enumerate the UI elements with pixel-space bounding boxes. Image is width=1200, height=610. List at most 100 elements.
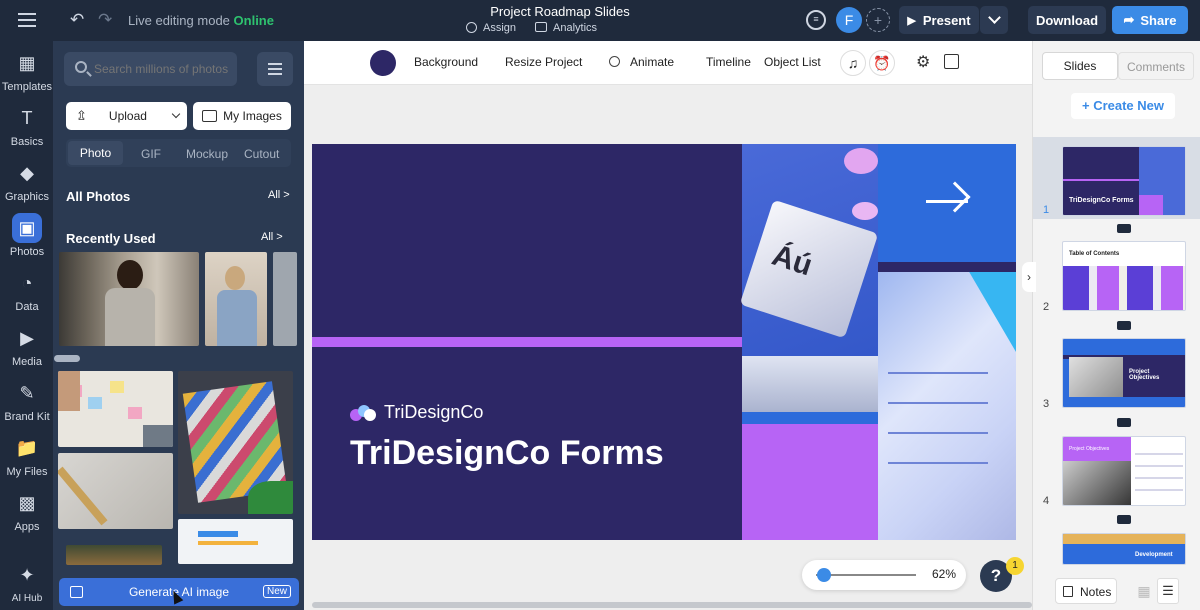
photo-color-swatches[interactable] (178, 371, 293, 514)
zoom-value[interactable]: 62% (932, 567, 956, 581)
slide-transition-icon[interactable] (1117, 224, 1131, 233)
search-input[interactable] (94, 52, 234, 86)
timeline-button[interactable]: Timeline (706, 55, 751, 69)
rail-item-brand-kit[interactable]: ✎ Brand Kit (0, 378, 54, 423)
analytics-button[interactable]: Analytics (535, 22, 597, 34)
live-mode-indicator: Live editing mode Online (128, 13, 274, 28)
resize-project-button[interactable]: Resize Project (505, 55, 582, 69)
add-collaborator-icon[interactable]: + (866, 8, 890, 32)
music-icon[interactable]: ♫ (840, 50, 866, 76)
ai-image-icon (70, 586, 83, 598)
list-view-icon[interactable]: ☰ (1157, 578, 1179, 604)
ai-search-icon[interactable] (944, 54, 959, 69)
slide-transition-icon[interactable] (1117, 515, 1131, 524)
background-color-swatch[interactable] (370, 50, 396, 76)
photo-sticky-notes[interactable] (58, 371, 173, 447)
object-list-button[interactable]: Object List (764, 55, 821, 69)
menu-icon[interactable] (18, 13, 36, 27)
notes-button[interactable]: Notes (1055, 578, 1117, 604)
slide-thumbnail-title: Table of Contents (1069, 251, 1120, 257)
share-button[interactable]: ➦ Share (1112, 6, 1188, 34)
rail-item-basics[interactable]: T Basics (0, 103, 54, 148)
rail-item-data[interactable]: ◔ Data (0, 268, 54, 313)
canvas-scrollbar[interactable] (312, 602, 1032, 608)
slide-thumbnail-3[interactable]: Project Objectives (1062, 338, 1186, 408)
slide-transition-icon[interactable] (1117, 321, 1131, 330)
assign-button[interactable]: Assign (466, 22, 516, 34)
chat-icon[interactable]: ≡ (806, 10, 826, 30)
basics-icon: T (21, 108, 33, 128)
search-box[interactable] (64, 52, 237, 86)
timer-icon[interactable]: ⏰ (869, 50, 895, 76)
animate-button[interactable]: Animate (609, 55, 674, 69)
apps-icon: ▩ (18, 493, 36, 513)
present-dropdown-button[interactable] (980, 6, 1008, 34)
rail-item-media[interactable]: ▶ Media (0, 323, 54, 368)
editor-toolbar: Background Resize Project Animate Timeli… (304, 41, 1032, 85)
slide-thumbnail-5[interactable]: Development (1062, 533, 1186, 565)
data-icon: ◔ (21, 273, 33, 293)
slide-purple-block[interactable] (742, 424, 878, 540)
image-icon (202, 110, 218, 122)
animate-label: Animate (630, 55, 675, 69)
create-new-button[interactable]: + Create New (1071, 93, 1175, 119)
analytics-label: Analytics (553, 22, 598, 34)
my-images-button[interactable]: My Images (193, 102, 291, 130)
filter-button[interactable] (257, 52, 293, 86)
all-photos-link[interactable]: All > (268, 189, 290, 201)
rail-item-ai-hub[interactable]: ✦ AI Hub (0, 560, 54, 604)
slide-thumbnail-4[interactable]: Project Objectives (1062, 436, 1186, 506)
analytics-icon (535, 22, 547, 32)
zoom-slider-handle[interactable] (817, 568, 831, 582)
present-button[interactable]: ▶ Present (899, 6, 979, 34)
tab-gif[interactable]: GIF (141, 147, 161, 161)
tab-cutout[interactable]: Cutout (244, 147, 279, 161)
rail-item-label: My Files (6, 466, 48, 478)
rail-item-label: Brand Kit (4, 411, 50, 423)
upload-icon: ⇫ (76, 108, 87, 123)
rail-item-templates[interactable]: ▦ Templates (0, 48, 54, 93)
tab-photo[interactable]: Photo (68, 141, 123, 165)
user-avatar[interactable]: F (836, 7, 862, 33)
recent-photo-woman-phone[interactable] (59, 252, 199, 346)
expand-right-panel-icon[interactable]: › (1022, 262, 1036, 292)
download-button[interactable]: Download (1028, 6, 1106, 34)
rail-item-my-files[interactable]: 📁 My Files (0, 433, 54, 478)
redo-icon[interactable]: ↷ (98, 10, 112, 30)
slide-arrow-block[interactable] (878, 144, 1016, 262)
slide-thumbnail-1[interactable]: TriDesignCo Forms (1062, 146, 1186, 216)
photo-ui-wireframes[interactable] (178, 519, 293, 564)
slide-number: 1 (1043, 204, 1050, 216)
tab-mockup[interactable]: Mockup (186, 147, 228, 161)
project-title[interactable]: Project Roadmap Slides (440, 4, 680, 19)
slide-blue-strip[interactable] (742, 412, 878, 424)
slide-brand-logo[interactable]: TriDesignCo (350, 402, 483, 423)
brand-kit-icon: ✎ (19, 383, 35, 403)
settings-gear-icon[interactable]: ⚙ (916, 52, 930, 72)
undo-icon[interactable]: ↶ (70, 10, 84, 30)
rail-item-graphics[interactable]: ◆ Graphics (0, 158, 54, 203)
recent-photo-partial[interactable] (273, 252, 297, 346)
slide-navy-strip[interactable] (878, 262, 1016, 272)
slide-image-book[interactable]: Áú (739, 144, 879, 412)
upload-button[interactable]: ⇫ Upload (66, 102, 187, 130)
rail-item-label: Basics (10, 136, 44, 148)
zoom-slider-track[interactable] (816, 574, 916, 576)
recent-photo-woman-office[interactable] (205, 252, 267, 346)
recent-scroll-handle[interactable] (54, 355, 80, 362)
slide-image-form[interactable] (878, 272, 1016, 540)
tab-comments[interactable]: Comments (1118, 52, 1194, 80)
slide-title[interactable]: TriDesignCo Forms (350, 434, 664, 473)
background-button[interactable]: Background (414, 55, 478, 69)
slide-canvas[interactable]: TriDesignCo TriDesignCo Forms Áú (312, 144, 1016, 540)
tab-slides[interactable]: Slides (1042, 52, 1118, 80)
rail-item-apps[interactable]: ▩ Apps (0, 488, 54, 533)
grid-view-icon[interactable]: ▦ (1133, 578, 1155, 604)
photo-sketch-pencil[interactable] (58, 453, 173, 529)
slide-thumbnail-2[interactable]: Table of Contents (1062, 241, 1186, 311)
recently-used-link[interactable]: All > (261, 231, 283, 243)
slide-transition-icon[interactable] (1117, 418, 1131, 427)
rail-item-photos[interactable]: ▣ Photos (0, 213, 54, 258)
photo-wood[interactable] (66, 545, 162, 565)
slide-purple-stripe[interactable] (312, 337, 742, 347)
